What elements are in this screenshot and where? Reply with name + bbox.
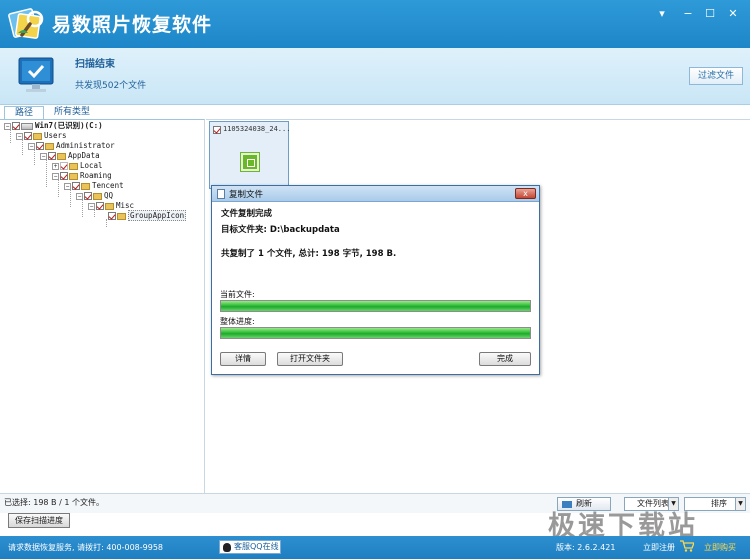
collapse-icon[interactable]: − — [28, 142, 35, 150]
collapse-icon[interactable]: − — [4, 122, 11, 130]
sort-value: 排序 — [711, 499, 727, 508]
tab-all-types[interactable]: 所有类型 — [48, 106, 96, 119]
checkbox-icon[interactable] — [96, 202, 104, 210]
qq-support-button[interactable]: 客服QQ在线 — [219, 540, 281, 554]
tree-node-groupappicon[interactable]: GroupAppIcon — [108, 210, 187, 221]
copy-file-dialog: 复制文件 x 文件复制完成 目标文件夹: D:\backupdata 共复制了 … — [211, 185, 540, 375]
finish-button[interactable]: 完成 — [479, 352, 531, 366]
collapse-icon[interactable]: − — [76, 192, 83, 200]
tab-path[interactable]: 路径 — [4, 106, 44, 119]
checkbox-icon[interactable] — [84, 192, 92, 200]
tree-node-label: QQ — [104, 191, 114, 200]
copy-summary-text: 共复制了 1 个文件, 总计: 198 字节, 198 B. — [221, 249, 397, 259]
folder-icon — [33, 132, 42, 140]
target-folder-text: 目标文件夹: D:\backupdata — [221, 225, 340, 235]
save-scan-progress-button[interactable]: 保存扫描进度 — [8, 513, 70, 528]
tree-node-label: Administrator — [56, 141, 115, 150]
app-title: 易数照片恢复软件 — [52, 14, 213, 36]
tree-node-label: Local — [80, 161, 103, 170]
overall-progress-label: 整体进度: — [220, 317, 255, 326]
dialog-title: 复制文件 — [229, 190, 264, 200]
files-found-count: 共发现502个文件 — [75, 81, 147, 91]
folder-icon — [45, 142, 54, 150]
current-file-progress-bar — [220, 300, 531, 312]
chevron-down-icon[interactable]: ▼ — [735, 498, 745, 510]
scan-status-banner: 扫描结束 共发现502个文件 过滤文件 — [0, 48, 750, 105]
footer-bar: 请求数据恢复服务, 请拨打: 400-008-9958 客服QQ在线 版本: 2… — [0, 536, 750, 559]
dialog-close-button[interactable]: x — [515, 188, 536, 199]
qq-support-label: 客服QQ在线 — [234, 542, 279, 551]
menu-dropdown-icon[interactable]: ▾ — [655, 8, 669, 20]
checkbox-icon[interactable] — [72, 182, 80, 190]
tree-node-label: Tencent — [92, 181, 124, 190]
app-logo-icon — [8, 8, 44, 39]
file-name: 1105324038_24... — [223, 125, 291, 133]
title-bar: 易数照片恢复软件 ▾ − ☐ ✕ — [0, 0, 750, 48]
checkbox-icon[interactable] — [60, 172, 68, 180]
tree-node-label: Users — [44, 131, 67, 140]
tree-node-label: Misc — [116, 201, 135, 210]
selection-summary: 已选择: 198 B / 1 个文件。 — [4, 498, 104, 507]
image-thumbnail-icon — [240, 152, 260, 172]
buy-now-link[interactable]: 立即购买 — [704, 542, 736, 553]
qq-penguin-icon — [223, 543, 231, 552]
tree-node-label: AppData — [68, 151, 100, 160]
checkbox-icon[interactable] — [108, 212, 116, 220]
file-checkbox-icon[interactable] — [213, 126, 221, 134]
current-file-label: 当前文件: — [220, 290, 255, 299]
folder-icon — [93, 192, 102, 200]
folder-icon — [69, 172, 78, 180]
version-text: 版本: 2.6.2.421 — [556, 543, 616, 552]
maximize-button[interactable]: ☐ — [703, 8, 717, 20]
overall-progress-bar — [220, 327, 531, 339]
checkbox-icon[interactable] — [36, 142, 44, 150]
folder-icon — [81, 182, 90, 190]
copy-complete-heading: 文件复制完成 — [221, 209, 273, 219]
collapse-icon[interactable]: − — [16, 132, 23, 140]
tree-node-label: GroupAppIcon — [128, 210, 187, 221]
filter-files-button[interactable]: 过滤文件 — [689, 67, 743, 85]
expand-icon[interactable]: + — [52, 162, 59, 170]
drive-icon — [21, 122, 33, 130]
open-folder-button[interactable]: 打开文件夹 — [277, 352, 343, 366]
tree-node-label: Win7(已识别)(C:) — [35, 121, 103, 130]
document-icon — [217, 189, 225, 199]
close-button[interactable]: ✕ — [726, 8, 740, 20]
shopping-cart-icon[interactable] — [680, 540, 694, 552]
view-tabs: 路径 所有类型 — [0, 105, 205, 119]
scan-complete-title: 扫描结束 — [75, 59, 115, 70]
file-tile[interactable]: 1105324038_24... — [209, 121, 291, 189]
monitor-check-icon — [18, 57, 54, 92]
folder-icon — [117, 212, 126, 220]
collapse-icon[interactable]: − — [52, 172, 59, 180]
folder-tree[interactable]: − Win7(已识别)(C:) − Users − Administrator − Ap… — [0, 119, 205, 493]
register-link[interactable]: 立即注册 — [643, 542, 675, 553]
collapse-icon[interactable]: − — [88, 202, 95, 210]
collapse-icon[interactable]: − — [40, 152, 47, 160]
minimize-button[interactable]: − — [681, 8, 695, 20]
service-hotline: 请求数据恢复服务, 请拨打: 400-008-9958 — [8, 543, 163, 552]
folder-icon — [105, 202, 114, 210]
dialog-title-bar: 复制文件 x — [212, 186, 539, 202]
checkbox-icon[interactable] — [12, 122, 20, 130]
folder-icon — [57, 152, 66, 160]
checkbox-icon[interactable] — [48, 152, 56, 160]
checkbox-icon[interactable] — [24, 132, 32, 140]
details-button[interactable]: 详情 — [220, 352, 266, 366]
folder-icon — [69, 162, 78, 170]
collapse-icon[interactable]: − — [64, 182, 71, 190]
tree-node-label: Roaming — [80, 171, 112, 180]
checkbox-icon[interactable] — [60, 162, 68, 170]
